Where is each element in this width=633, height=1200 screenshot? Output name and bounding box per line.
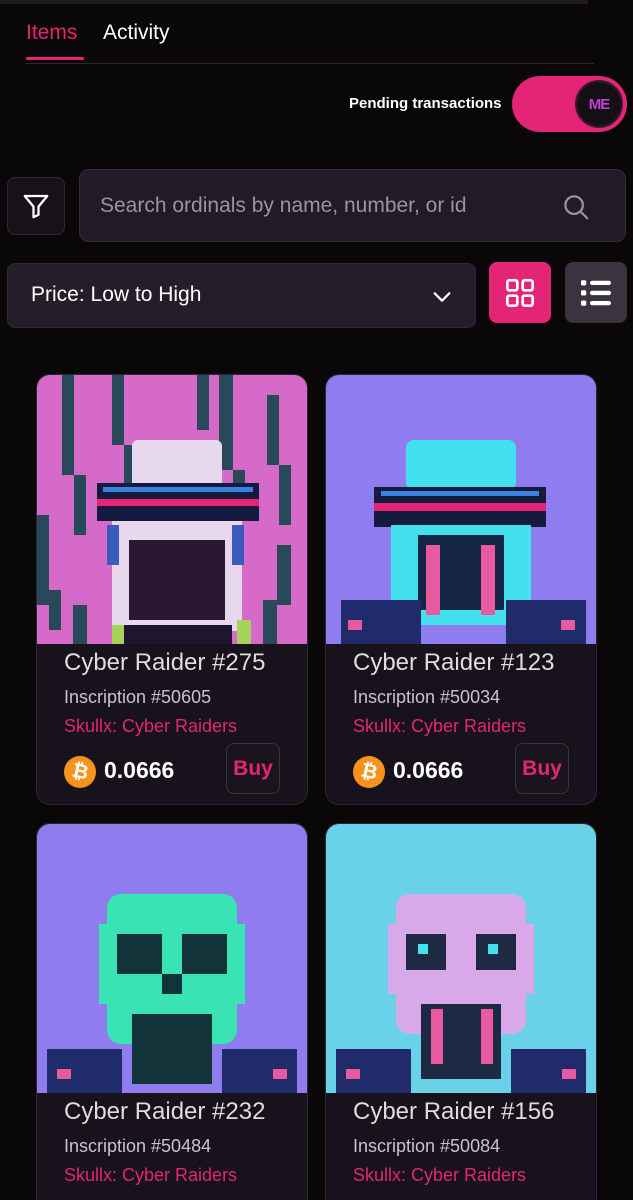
- nft-image: [326, 375, 596, 644]
- grid-view-icon: [506, 278, 534, 307]
- search-input[interactable]: [100, 170, 550, 241]
- collection-link[interactable]: Skullx: Cyber Raiders: [353, 1165, 526, 1186]
- top-divider: [0, 0, 588, 4]
- tab-items[interactable]: Items: [26, 18, 77, 48]
- pending-transactions-label: Pending transactions: [349, 95, 502, 112]
- magic-eden-logo: ME: [575, 80, 623, 128]
- item-name: Cyber Raider #156: [353, 1098, 555, 1125]
- item-price: 0.0666: [393, 757, 464, 783]
- buy-button[interactable]: Buy: [515, 743, 569, 794]
- nft-image: [37, 824, 307, 1093]
- item-price: 0.0666: [104, 757, 175, 783]
- item-card[interactable]: Cyber Raider #232 Inscription #50484 Sku…: [36, 823, 308, 1200]
- collection-link[interactable]: Skullx: Cyber Raiders: [64, 716, 237, 737]
- nft-image: [326, 824, 596, 1093]
- inscription-number: Inscription #50484: [64, 1136, 212, 1156]
- item-card[interactable]: Cyber Raider #275 Inscription #50605 Sku…: [36, 374, 308, 805]
- item-name: Cyber Raider #275: [64, 649, 266, 676]
- grid-view-button[interactable]: [489, 262, 551, 323]
- pending-transactions-button[interactable]: ME: [512, 76, 627, 132]
- list-view-icon: [581, 279, 611, 306]
- bitcoin-icon: ₿: [64, 756, 96, 788]
- active-tab-indicator: [26, 57, 84, 60]
- filter-button[interactable]: [7, 177, 65, 235]
- inscription-number: Inscription #50605: [64, 687, 212, 707]
- list-view-button[interactable]: [565, 262, 627, 323]
- filter-icon: [23, 194, 49, 219]
- chevron-down-icon: [433, 292, 451, 302]
- item-name: Cyber Raider #232: [64, 1098, 266, 1125]
- inscription-number: Inscription #50084: [353, 1136, 501, 1156]
- bitcoin-icon: ₿: [353, 756, 385, 788]
- sort-dropdown[interactable]: Price: Low to High: [7, 263, 476, 328]
- collection-link[interactable]: Skullx: Cyber Raiders: [353, 716, 526, 737]
- me-badge-text: ME: [588, 95, 610, 113]
- nft-image: [37, 375, 307, 644]
- tab-bar: Items Activity: [26, 18, 594, 64]
- search-box: [79, 169, 626, 242]
- item-card[interactable]: Cyber Raider #156 Inscription #50084 Sku…: [325, 823, 597, 1200]
- item-card[interactable]: Cyber Raider #123 Inscription #50034 Sku…: [325, 374, 597, 805]
- item-name: Cyber Raider #123: [353, 649, 555, 676]
- buy-button[interactable]: Buy: [226, 743, 280, 794]
- collection-link[interactable]: Skullx: Cyber Raiders: [64, 1165, 237, 1186]
- sort-selected-value: Price: Low to High: [31, 283, 202, 306]
- search-icon[interactable]: [561, 192, 591, 222]
- tab-activity[interactable]: Activity: [103, 18, 170, 48]
- inscription-number: Inscription #50034: [353, 687, 501, 707]
